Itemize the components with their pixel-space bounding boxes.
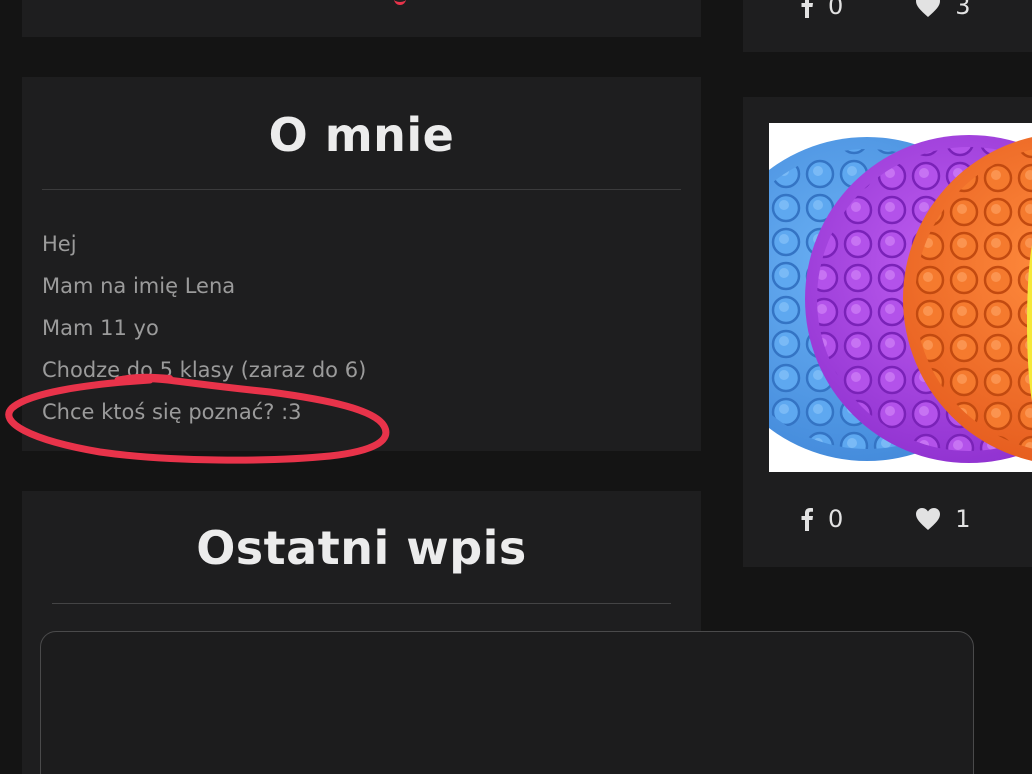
latest-post-card[interactable] — [40, 631, 974, 774]
post-stats: 0 1 — [800, 505, 971, 533]
post-image[interactable] — [769, 123, 1032, 472]
about-line: Chce ktoś się poznać? :3 — [42, 400, 302, 424]
facebook-icon — [801, 508, 813, 531]
latest-post-title: Ostatni wpis — [196, 521, 527, 575]
about-text: Hej Mam na imię Lena Mam 11 yo Chodze do… — [42, 223, 366, 433]
red-annotation-mark — [394, 0, 406, 5]
like-button[interactable]: 1 — [915, 505, 971, 533]
facebook-share[interactable]: 0 — [800, 505, 843, 533]
like-button[interactable]: 3 — [915, 0, 971, 20]
about-panel: O mnie Hej Mam na imię Lena Mam 11 yo Ch… — [22, 77, 701, 451]
facebook-icon — [801, 0, 813, 18]
about-title: O mnie — [268, 108, 455, 162]
about-line: Mam 11 yo — [42, 316, 159, 340]
likes-count: 1 — [955, 505, 971, 533]
facebook-count: 0 — [828, 505, 844, 533]
post-stats-top: 0 3 — [800, 0, 971, 20]
about-line: Mam na imię Lena — [42, 274, 236, 298]
previous-panel — [22, 0, 701, 37]
heart-icon — [916, 0, 941, 17]
about-line: Hej — [42, 232, 77, 256]
about-divider — [42, 189, 681, 190]
facebook-count: 0 — [828, 0, 844, 20]
likes-count: 3 — [955, 0, 971, 20]
page: O mnie Hej Mam na imię Lena Mam 11 yo Ch… — [0, 0, 1032, 774]
latest-post-divider — [52, 603, 671, 604]
about-line: Chodze do 5 klasy (zaraz do 6) — [42, 358, 367, 382]
heart-icon — [916, 508, 941, 530]
popit-toys-image — [769, 123, 1032, 472]
facebook-share[interactable]: 0 — [800, 0, 843, 20]
